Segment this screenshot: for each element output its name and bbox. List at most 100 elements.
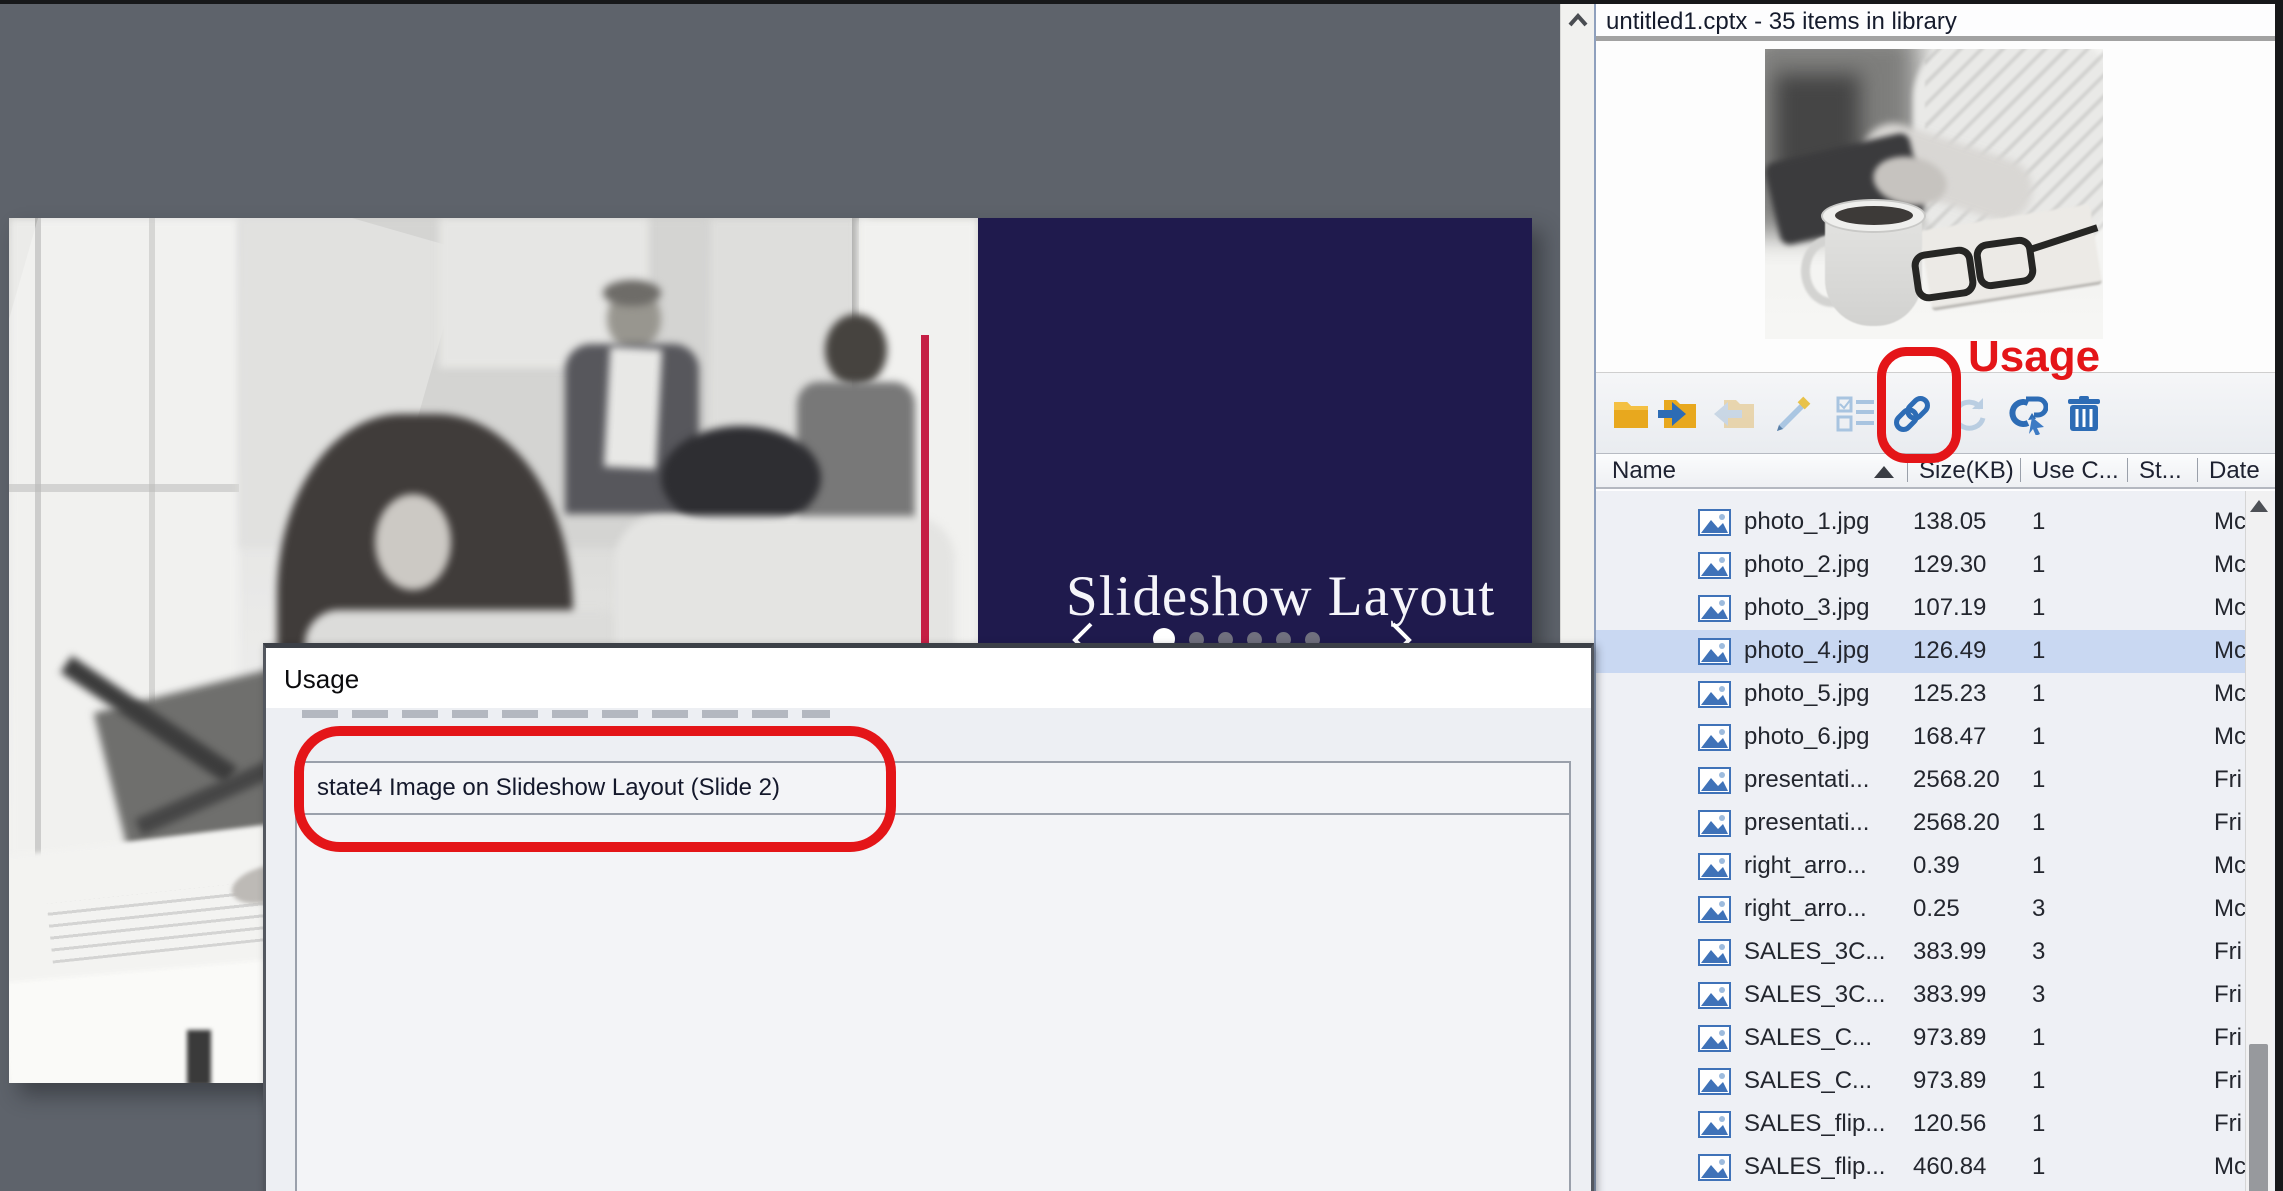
item-size: 129.30 <box>1913 551 1986 579</box>
edit-button[interactable] <box>1772 395 1816 435</box>
item-name: SALES_3C... <box>1744 981 1885 1009</box>
item-name: photo_4.jpg <box>1744 637 1869 665</box>
table-row[interactable]: SALES_C...973.891Fri <box>1596 1017 2246 1060</box>
folder-icon <box>1612 396 1652 432</box>
table-row[interactable]: photo_3.jpg 107.19 1 Mc <box>1596 587 2246 630</box>
slide-accent-bar <box>921 335 929 655</box>
item-date: Mc <box>2214 551 2246 579</box>
table-row[interactable]: photo_2.jpg129.301Mc <box>1596 544 2246 587</box>
item-size: 2568.20 <box>1913 766 2000 794</box>
table-row[interactable]: right_arro...0.253Mc <box>1596 888 2246 931</box>
scrollbar-thumb[interactable] <box>2249 1044 2268 1191</box>
image-file-icon <box>1698 1025 1731 1052</box>
item-use-count: 1 <box>2032 508 2045 536</box>
item-size: 2568.20 <box>1913 809 2000 837</box>
table-row[interactable]: photo_5.jpg125.231Mc <box>1596 673 2246 716</box>
relink-cursor-icon <box>2002 395 2048 435</box>
item-date: Fri <box>2214 1024 2242 1052</box>
item-name: presentati... <box>1744 766 1869 794</box>
item-name: SALES_C... <box>1744 1024 1872 1052</box>
item-use-count: 1 <box>2032 594 2045 622</box>
table-row[interactable]: presentati...2568.201Fri <box>1596 802 2246 845</box>
item-name: presentati... <box>1744 809 1869 837</box>
folder-export-icon <box>1712 396 1756 432</box>
item-date: Fri <box>2214 766 2242 794</box>
table-row[interactable]: photo_4.jpg126.491Mc <box>1596 630 2246 673</box>
window-top-edge <box>0 0 2283 4</box>
item-use-count: 1 <box>2032 852 2045 880</box>
sort-ascending-icon <box>1874 466 1894 478</box>
item-use-count: 1 <box>2032 680 2045 708</box>
item-use-count: 1 <box>2032 1110 2045 1138</box>
library-title: untitled1.cptx - 35 items in library <box>1606 8 1957 36</box>
window-right-edge <box>2275 0 2283 1191</box>
properties-icon <box>1836 396 1876 432</box>
image-file-icon <box>1698 939 1731 966</box>
image-file-icon <box>1698 896 1731 923</box>
item-size: 0.25 <box>1913 895 1960 923</box>
item-date: Mc <box>2214 637 2246 665</box>
item-use-count: 1 <box>2032 766 2045 794</box>
table-row[interactable]: right_arro...0.391Mc <box>1596 845 2246 888</box>
captivate-window: Slideshow Layout Click the right and lef… <box>0 0 2283 1191</box>
item-use-count: 1 <box>2032 1153 2045 1181</box>
table-row[interactable]: presentati... 2568.20 1 Fri <box>1596 759 2246 802</box>
open-folder-button[interactable] <box>1610 395 1654 435</box>
table-row[interactable]: photo_6.jpg168.471Mc <box>1596 716 2246 759</box>
item-size: 0.39 <box>1913 852 1960 880</box>
column-header-status[interactable]: St... <box>2139 457 2182 485</box>
item-date: Mc <box>2214 1153 2246 1181</box>
table-row[interactable]: SALES_C...973.891Fri <box>1596 1060 2246 1103</box>
table-row[interactable]: photo_1.jpg138.051Mc <box>1596 501 2246 544</box>
item-date: Fri <box>2214 1067 2242 1095</box>
library-preview-thumbnail <box>1765 49 2103 339</box>
item-size: 120.56 <box>1913 1110 1986 1138</box>
table-row[interactable]: SALES_3C...383.993Fri <box>1596 974 2246 1017</box>
image-file-icon <box>1698 595 1731 622</box>
item-date: Mc <box>2214 895 2246 923</box>
item-size: 107.19 <box>1913 594 1986 622</box>
item-date: Mc <box>2214 594 2246 622</box>
properties-button[interactable] <box>1834 395 1878 435</box>
column-header-use-count[interactable]: Use C... <box>2032 457 2119 485</box>
item-size: 383.99 <box>1913 938 1986 966</box>
image-file-icon <box>1698 810 1731 837</box>
scroll-up-icon <box>1567 12 1589 30</box>
item-name: photo_6.jpg <box>1744 723 1869 751</box>
item-name: photo_2.jpg <box>1744 551 1869 579</box>
image-file-icon <box>1698 724 1731 751</box>
clipped-caption-text <box>302 710 830 718</box>
item-name: SALES_flip... <box>1744 1110 1885 1138</box>
folder-import-icon <box>1656 396 1700 432</box>
item-use-count: 1 <box>2032 723 2045 751</box>
item-use-count: 3 <box>2032 895 2045 923</box>
re-link-button[interactable] <box>2002 395 2046 435</box>
column-header-date[interactable]: Date <box>2209 457 2260 485</box>
export-button[interactable] <box>1712 395 1756 435</box>
column-header-name[interactable]: Name <box>1612 457 1676 485</box>
item-size: 126.49 <box>1913 637 1986 665</box>
image-file-icon <box>1698 1068 1731 1095</box>
table-row[interactable]: SALES_3C...383.993Fri <box>1596 931 2246 974</box>
library-list-scrollbar[interactable] <box>2245 491 2273 1191</box>
library-panel: untitled1.cptx - 35 items in library <box>1594 4 2275 1191</box>
item-use-count: 3 <box>2032 981 2045 1009</box>
usage-annotation-label: Usage <box>1968 332 2100 382</box>
usage-item-annotation-circle <box>294 726 896 852</box>
item-name: photo_3.jpg <box>1744 594 1869 622</box>
scroll-up-icon <box>2249 499 2269 513</box>
image-file-icon <box>1698 767 1731 794</box>
import-button[interactable] <box>1656 395 1700 435</box>
trash-icon <box>2066 395 2102 433</box>
item-name: SALES_3C... <box>1744 938 1885 966</box>
item-date: Fri <box>2214 1110 2242 1138</box>
item-name: right_arro... <box>1744 852 1867 880</box>
usage-dialog-titlebar[interactable]: Usage <box>266 648 1591 708</box>
table-row[interactable]: SALES_flip...460.841Mc <box>1596 1146 2246 1189</box>
item-date: Fri <box>2214 809 2242 837</box>
image-file-icon <box>1698 853 1731 880</box>
delete-button[interactable] <box>2062 395 2106 435</box>
library-preview-area <box>1596 41 2275 372</box>
item-name: SALES_flip... <box>1744 1153 1885 1181</box>
table-row[interactable]: SALES_flip... 120.56 1 Fri <box>1596 1103 2246 1146</box>
